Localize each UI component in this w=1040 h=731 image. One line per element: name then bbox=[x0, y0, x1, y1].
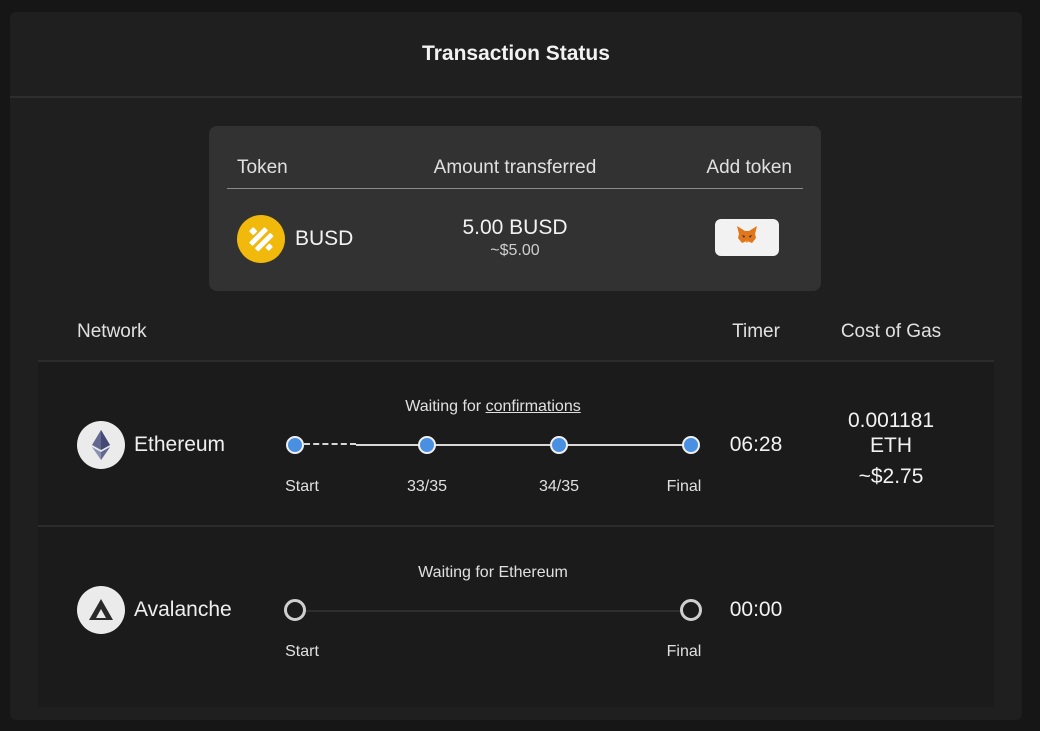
gas-usd: ~$2.75 bbox=[858, 465, 924, 488]
network-timer: 00:00 bbox=[729, 598, 783, 621]
progress-segment bbox=[304, 610, 684, 612]
progress-step-start bbox=[284, 599, 306, 621]
metamask-fox-icon bbox=[736, 225, 758, 250]
progress-step-3 bbox=[550, 436, 568, 454]
network-name: Avalanche bbox=[134, 598, 232, 621]
avalanche-icon bbox=[77, 586, 125, 634]
add-token-metamask-button[interactable] bbox=[715, 219, 779, 256]
ethereum-icon bbox=[77, 421, 125, 469]
network-name: Ethereum bbox=[134, 433, 226, 456]
step-label: Start bbox=[285, 643, 319, 660]
progress-step-final bbox=[682, 436, 700, 454]
busd-logo-icon bbox=[237, 215, 285, 263]
progress-step-start bbox=[286, 436, 304, 454]
progress-step-final bbox=[680, 599, 702, 621]
amount-usd: ~$5.00 bbox=[490, 242, 540, 259]
network-status: Waiting for Ethereum bbox=[418, 564, 568, 581]
progress-segment bbox=[304, 443, 356, 445]
progress-step-2 bbox=[418, 436, 436, 454]
status-text: Waiting for bbox=[405, 398, 486, 415]
token-card: Token Amount transferred Add token BUSD … bbox=[209, 126, 821, 291]
token-card-divider bbox=[227, 188, 803, 189]
step-label: 33/35 bbox=[406, 478, 448, 495]
token-symbol: BUSD bbox=[295, 227, 354, 250]
step-label: Start bbox=[285, 478, 319, 495]
network-column-header: Network bbox=[77, 321, 147, 342]
step-label: Final bbox=[666, 478, 702, 495]
amount-column-header: Amount transferred bbox=[433, 157, 597, 178]
network-timer: 06:28 bbox=[729, 433, 783, 456]
step-label: 34/35 bbox=[538, 478, 580, 495]
timer-column-header: Timer bbox=[732, 321, 780, 342]
panel-header: Transaction Status bbox=[10, 12, 1022, 98]
network-status: Waiting for confirmations bbox=[294, 398, 692, 416]
token-column-header: Token bbox=[237, 157, 288, 178]
add-token-column-header: Add token bbox=[706, 157, 792, 178]
step-label: Final bbox=[666, 643, 702, 660]
page-title: Transaction Status bbox=[422, 42, 610, 65]
confirmations-link[interactable]: confirmations bbox=[486, 398, 581, 415]
progress-segment bbox=[356, 444, 692, 446]
gas-amount: 0.001181 bbox=[847, 409, 935, 432]
gas-unit: ETH bbox=[870, 434, 912, 457]
gas-column-header: Cost of Gas bbox=[840, 321, 942, 342]
amount-transferred: 5.00 BUSD bbox=[462, 216, 568, 239]
